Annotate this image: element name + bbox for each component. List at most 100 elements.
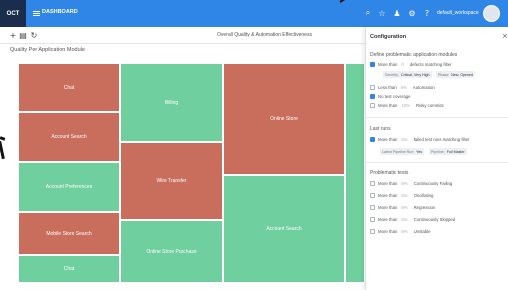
rule-coverage: No test coverage	[370, 93, 410, 100]
treemap-tile[interactable]: Mobile Store Search	[18, 212, 120, 255]
tile-label: Online Store	[270, 116, 298, 122]
help-icon[interactable]: ?	[422, 8, 432, 18]
tile-label: Account Search	[266, 226, 302, 232]
treemap: Chat Account Search Account Preferences …	[10, 58, 365, 290]
app-name: DASHBOARD	[42, 9, 78, 15]
test-rule: More than 5% Continuously Skipped	[370, 216, 455, 223]
tag-key: Severity:	[385, 72, 399, 77]
rule-suffix: Risky commits	[415, 103, 444, 108]
tag-value: Full Master	[446, 149, 465, 154]
rule-prefix: Less than	[378, 85, 397, 90]
rule-value-input[interactable]: 5%	[401, 229, 407, 234]
tag-key: Latest Pipeline Run:	[382, 149, 415, 154]
hamburger-menu-icon[interactable]	[33, 11, 40, 16]
rule-automation: Less than 5% Automation	[370, 84, 435, 91]
test-rule: More than 5% Oscillating	[370, 192, 433, 199]
filter-tag-latest[interactable]: Latest Pipeline Run: Yes	[380, 148, 425, 155]
tile-label: Mobile Store Search	[46, 230, 92, 237]
tag-value: Critical, Very High	[400, 72, 430, 77]
treemap-tile[interactable]: Account Preferences	[18, 162, 120, 212]
rule-value-input[interactable]: 5%	[401, 217, 407, 222]
rule-suffix: Continuously Skipped	[413, 217, 456, 222]
treemap-tile[interactable]: Account Search	[223, 175, 345, 283]
rule-value-input[interactable]: 10%	[401, 103, 410, 108]
workspace-selector[interactable]: default_workspace	[437, 10, 479, 16]
rule-value-input[interactable]: 0	[401, 62, 403, 67]
tag-key: Pipeline:	[431, 149, 445, 154]
tile-label: Wire Transfer	[156, 178, 187, 184]
checkbox[interactable]	[370, 94, 375, 99]
rule-value-input[interactable]: 5%	[401, 137, 407, 142]
rule-suffix: Automation	[412, 85, 435, 90]
rule-value-input[interactable]: 5%	[401, 181, 407, 186]
search-icon[interactable]: ⌕	[363, 8, 373, 18]
page-title: Overall Quality & Automation Effectivene…	[217, 32, 312, 38]
rule-suffix: failed test runs matching filter	[413, 137, 470, 142]
rule-prefix: More than	[378, 229, 398, 234]
filter-tag-pipeline[interactable]: Pipeline: Full Master	[429, 148, 467, 155]
treemap-tile[interactable]: Billing	[120, 63, 223, 142]
rule-suffix: Oscillating	[413, 193, 434, 198]
checkbox[interactable]	[370, 181, 375, 186]
rule-prefix: More than	[378, 217, 398, 222]
checkbox[interactable]	[370, 205, 375, 210]
gear-icon[interactable]: ⚙	[407, 8, 417, 18]
app-logo: OCT	[0, 0, 26, 27]
checkbox[interactable]	[370, 85, 375, 90]
rule-value-input[interactable]: 5%	[401, 85, 407, 90]
user-settings-icon[interactable]: ♟	[392, 8, 402, 18]
rule-suffix: Unstable	[413, 229, 431, 234]
filter-tag-phase[interactable]: Phase: New, Opened	[436, 71, 475, 78]
last-runs-title: Last runs	[370, 126, 391, 132]
rule-prefix: More than	[378, 62, 398, 67]
rule-prefix: More than	[378, 103, 398, 108]
tag-key: Phase:	[438, 72, 450, 77]
divider	[365, 162, 508, 163]
checkbox[interactable]	[370, 103, 375, 108]
tag-value: New, Opened	[451, 72, 473, 77]
top-bar: OCT DASHBOARD ⌕ ☆ ♟ ⚙ ? default_workspac…	[0, 0, 508, 27]
treemap-tile[interactable]: Chat	[18, 255, 120, 283]
checkbox[interactable]	[370, 62, 375, 67]
tile-label: Chat	[63, 266, 75, 272]
tile-label: Account Search	[51, 134, 87, 140]
treemap-tile[interactable]: Account Search	[18, 112, 120, 162]
problematic-tests-title: Problematic tests	[370, 170, 409, 176]
tile-label: Account Preferences	[45, 184, 93, 190]
checkbox[interactable]	[370, 217, 375, 222]
config-title: Configuration	[370, 34, 407, 40]
treemap-tile[interactable]: Chat	[18, 63, 120, 112]
checkbox[interactable]	[370, 229, 375, 234]
define-section-title: Define problematic application modules	[370, 52, 458, 58]
rule-risky: More than 10% Risky commits	[370, 102, 444, 109]
rule-value-input[interactable]: 5%	[401, 205, 407, 210]
treemap-tile[interactable]: Online Store Purchase	[120, 220, 223, 283]
add-button[interactable]: +	[8, 30, 18, 40]
rule-suffix: Regression	[413, 205, 436, 210]
rule-defects: More than 0 defects matching filter	[370, 61, 452, 68]
close-icon[interactable]: ×	[502, 32, 508, 40]
test-rule: More than 5% Unstable	[370, 228, 431, 235]
star-icon[interactable]: ☆	[377, 8, 387, 18]
rule-value-input[interactable]: 5%	[401, 193, 407, 198]
filter-tag-severity[interactable]: Severity: Critical, Very High	[383, 71, 432, 78]
tag-value: Yes	[416, 149, 423, 154]
treemap-tile[interactable]: Wire Transfer	[120, 142, 223, 220]
checkbox[interactable]	[370, 193, 375, 198]
rule-prefix: More than	[378, 181, 398, 186]
rule-label: No test coverage	[378, 94, 411, 99]
test-rule: More than 5% Regression	[370, 204, 435, 211]
tile-label: Billing	[164, 99, 179, 106]
avatar[interactable]	[483, 5, 500, 22]
treemap-tile[interactable]	[345, 63, 365, 283]
refresh-icon[interactable]: ↻	[29, 30, 39, 40]
divider	[365, 117, 508, 118]
checkbox[interactable]	[370, 137, 375, 142]
treemap-tile[interactable]: Online Store	[223, 63, 345, 175]
rule-suffix: Continuously Failing	[413, 181, 453, 186]
rule-failed-runs: More than 5% failed test runs matching f…	[370, 136, 469, 143]
tile-label: Online Store Purchase	[146, 248, 197, 255]
layout-icon[interactable]: ▤	[18, 30, 28, 40]
tile-label: Chat	[63, 84, 75, 91]
rule-prefix: More than	[378, 193, 398, 198]
